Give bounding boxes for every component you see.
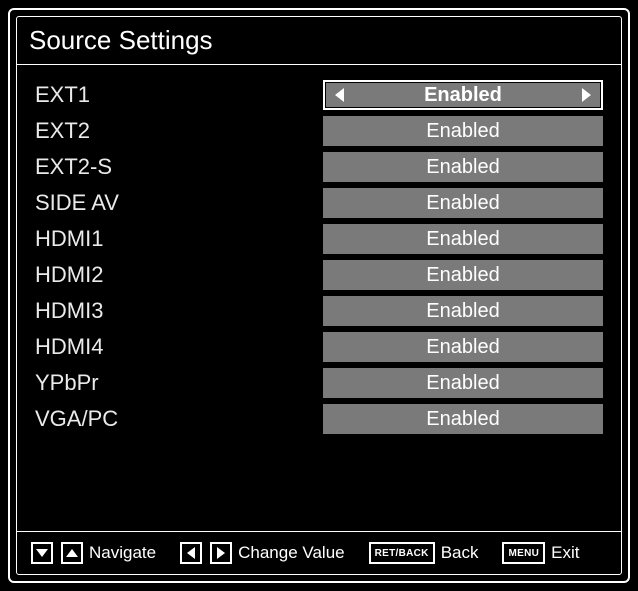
source-row[interactable]: HDMI1 Enabled: [35, 221, 603, 257]
hint-change-value: Change Value: [180, 542, 345, 564]
left-key-icon: [180, 542, 202, 564]
source-value-selector[interactable]: Enabled: [323, 80, 603, 110]
source-label: EXT1: [35, 82, 323, 108]
source-value-selector[interactable]: Enabled: [323, 332, 603, 362]
retback-key-icon: RET/BACK: [369, 542, 435, 564]
menu-key-icon: MENU: [502, 542, 545, 564]
source-label: HDMI2: [35, 262, 323, 288]
source-value-selector[interactable]: Enabled: [323, 224, 603, 254]
source-row[interactable]: HDMI2 Enabled: [35, 257, 603, 293]
hint-exit: MENU Exit: [502, 542, 579, 564]
source-label: YPbPr: [35, 370, 323, 396]
source-value: Enabled: [426, 264, 499, 287]
outer-frame: Source Settings EXT1EnabledEXT2EnabledEX…: [8, 8, 630, 583]
chevron-right-icon[interactable]: [582, 88, 591, 102]
source-value-selector[interactable]: Enabled: [323, 404, 603, 434]
source-value: Enabled: [426, 408, 499, 431]
source-value: Enabled: [426, 336, 499, 359]
source-value-selector[interactable]: Enabled: [323, 260, 603, 290]
up-key-icon: [61, 542, 83, 564]
source-row[interactable]: SIDE AV Enabled: [35, 185, 603, 221]
source-value: Enabled: [426, 228, 499, 251]
source-label: EXT2: [35, 118, 323, 144]
chevron-left-icon[interactable]: [335, 88, 344, 102]
source-value: Enabled: [424, 84, 502, 107]
source-label: EXT2-S: [35, 154, 323, 180]
source-row[interactable]: VGA/PC Enabled: [35, 401, 603, 437]
source-row[interactable]: EXT2-S Enabled: [35, 149, 603, 185]
source-row[interactable]: HDMI3 Enabled: [35, 293, 603, 329]
source-value-selector[interactable]: Enabled: [323, 296, 603, 326]
hint-navigate-label: Navigate: [89, 543, 156, 563]
inner-frame: Source Settings EXT1EnabledEXT2EnabledEX…: [16, 16, 622, 575]
down-key-icon: [31, 542, 53, 564]
source-row[interactable]: YPbPr Enabled: [35, 365, 603, 401]
source-value: Enabled: [426, 192, 499, 215]
hint-change-value-label: Change Value: [238, 543, 345, 563]
source-value: Enabled: [426, 300, 499, 323]
source-value-selector[interactable]: Enabled: [323, 188, 603, 218]
source-list: EXT1EnabledEXT2EnabledEXT2-SEnabledSIDE …: [17, 65, 621, 531]
hint-navigate: Navigate: [31, 542, 156, 564]
page-title: Source Settings: [29, 25, 609, 56]
source-label: HDMI4: [35, 334, 323, 360]
source-value-selector[interactable]: Enabled: [323, 116, 603, 146]
source-row[interactable]: HDMI4 Enabled: [35, 329, 603, 365]
source-label: SIDE AV: [35, 190, 323, 216]
source-row[interactable]: EXT1 Enabled: [35, 77, 603, 113]
footer-hints: Navigate Change Value RET/BACK Back MENU…: [17, 531, 621, 574]
source-value: Enabled: [426, 372, 499, 395]
title-bar: Source Settings: [17, 17, 621, 65]
hint-exit-label: Exit: [551, 543, 579, 563]
source-value-selector[interactable]: Enabled: [323, 152, 603, 182]
source-row[interactable]: EXT2 Enabled: [35, 113, 603, 149]
source-label: HDMI1: [35, 226, 323, 252]
hint-back-label: Back: [441, 543, 479, 563]
right-key-icon: [210, 542, 232, 564]
source-label: HDMI3: [35, 298, 323, 324]
source-value: Enabled: [426, 156, 499, 179]
source-value-selector[interactable]: Enabled: [323, 368, 603, 398]
source-value: Enabled: [426, 120, 499, 143]
hint-back: RET/BACK Back: [369, 542, 479, 564]
source-label: VGA/PC: [35, 406, 323, 432]
